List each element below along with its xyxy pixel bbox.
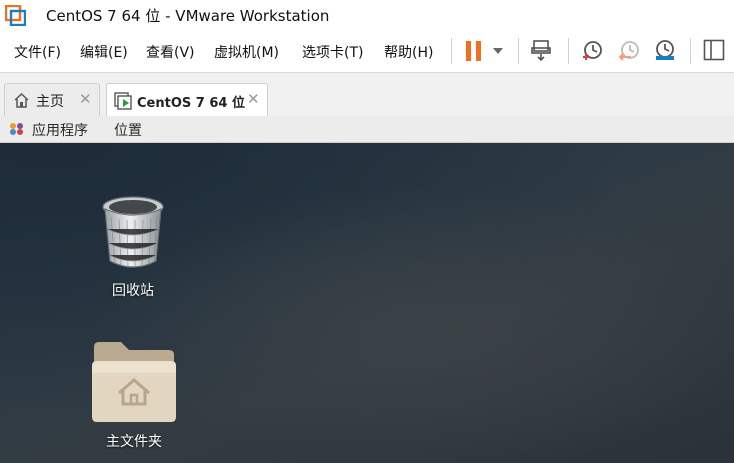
applications-icon [10,123,23,135]
places-menu[interactable]: 位置 [114,120,142,140]
home-folder-label: 主文件夹 [106,434,162,450]
toolbar-separator [518,38,519,64]
window-titlebar: CentOS 7 64 位 - VMware Workstation [0,0,734,30]
menu-vm[interactable]: 虚拟机(M) [214,42,279,62]
menu-view[interactable]: 查看(V) [146,42,195,62]
menu-edit[interactable]: 编辑(E) [80,42,128,62]
home-folder-icon [92,342,176,422]
menu-bar: 文件(F) 编辑(E) 查看(V) 虚拟机(M) 选项卡(T) 帮助(H) [0,30,734,72]
desktop-home-folder[interactable]: 主文件夹 [88,339,180,451]
pause-icon[interactable] [463,40,485,62]
vm-running-icon [114,92,132,110]
window-title: CentOS 7 64 位 - VMware Workstation [46,7,330,25]
toolbar-separator [568,38,569,64]
home-icon [14,92,29,108]
toolbar-separator [690,38,691,64]
menu-help[interactable]: 帮助(H) [384,42,433,62]
tab-home[interactable]: 主页 ✕ [4,83,100,116]
menu-tabs[interactable]: 选项卡(T) [302,42,363,62]
dropdown-arrow-icon[interactable] [492,47,504,55]
guest-desktop[interactable]: 回收站 主文件夹 [0,143,734,463]
desktop-trash[interactable]: 回收站 [95,193,171,303]
close-icon[interactable]: ✕ [79,90,92,108]
close-icon[interactable]: ✕ [247,90,260,108]
trash-icon [102,196,164,269]
sidebar-toggle-icon[interactable] [703,39,725,61]
toolbar-separator [451,38,452,64]
tab-bar: 主页 ✕ CentOS 7 64 位 ✕ [0,72,734,117]
tab-home-label: 主页 [36,94,64,110]
tab-centos-label: CentOS 7 64 位 [137,96,245,111]
vmware-logo-icon [5,5,26,26]
trash-label: 回收站 [112,283,154,299]
snapshot-manager-icon[interactable] [653,39,677,63]
snapshot-revert-icon[interactable] [617,39,641,63]
send-ctrl-alt-del-icon[interactable] [530,39,554,63]
guest-topbar: 应用程序 位置 [0,116,734,143]
snapshot-take-icon[interactable] [580,39,604,63]
applications-menu[interactable]: 应用程序 [32,120,88,140]
menu-file[interactable]: 文件(F) [14,42,61,62]
tab-centos[interactable]: CentOS 7 64 位 ✕ [106,83,268,117]
